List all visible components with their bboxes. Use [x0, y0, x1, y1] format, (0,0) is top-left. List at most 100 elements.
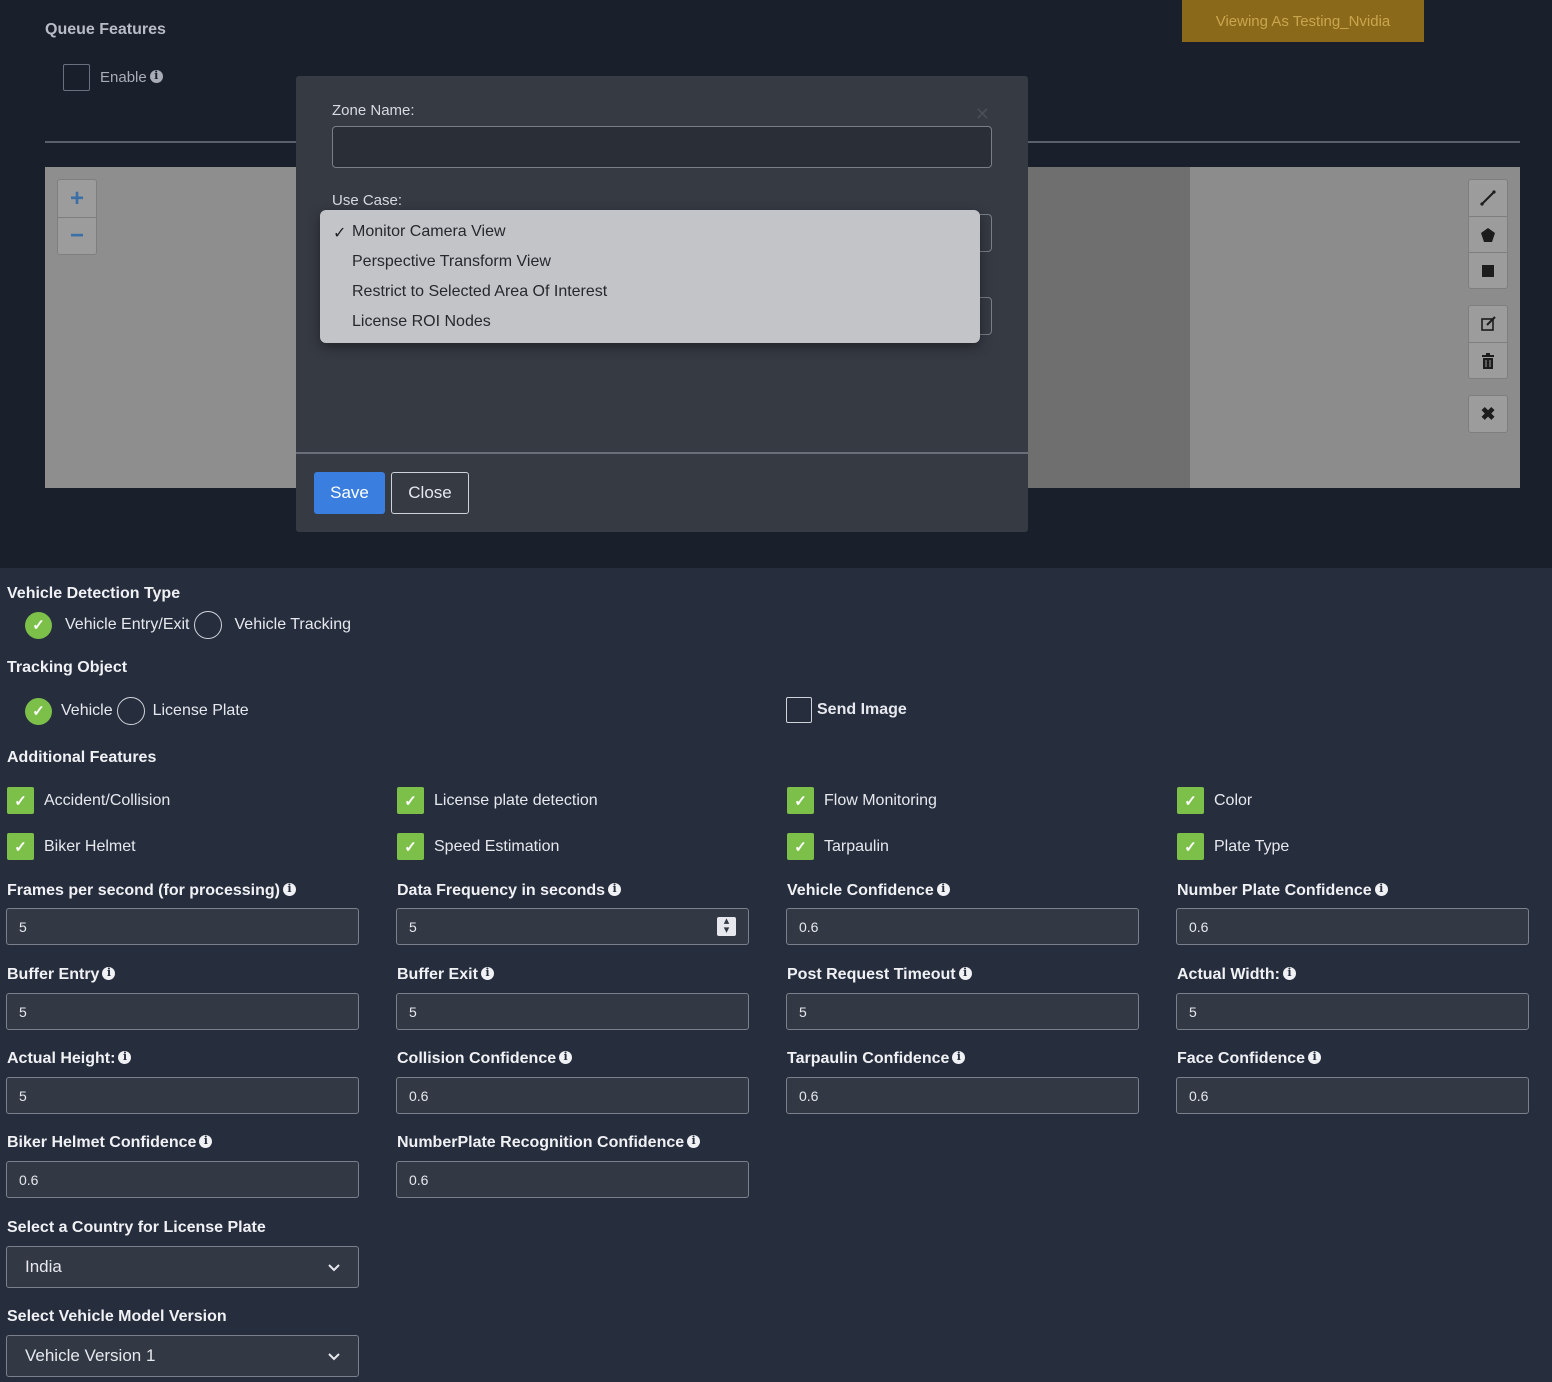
- buffer-entry-input[interactable]: [6, 993, 359, 1030]
- chevron-down-icon: [328, 1259, 340, 1275]
- field-label: Buffer Entry: [7, 966, 116, 984]
- field-label-text: Data Frequency in seconds: [397, 882, 606, 899]
- biker-helmet-confidence-input[interactable]: [6, 1161, 359, 1198]
- country-select-value: India: [25, 1257, 62, 1276]
- chevron-down-icon: [328, 1348, 340, 1364]
- checkbox-checked-icon[interactable]: ✓: [787, 787, 814, 814]
- use-case-option[interactable]: License ROI Nodes: [320, 307, 980, 337]
- trash-icon[interactable]: [1469, 342, 1507, 378]
- radio-selected-icon[interactable]: ✓: [25, 611, 52, 639]
- field-label-text: Vehicle Confidence: [787, 882, 934, 899]
- use-case-option[interactable]: Perspective Transform View: [320, 247, 980, 277]
- checkbox-checked-icon[interactable]: ✓: [7, 787, 34, 814]
- field-label-text: Face Confidence: [1177, 1050, 1306, 1067]
- send-image-row[interactable]: Send Image: [786, 697, 907, 723]
- field-label: Post Request Timeout: [787, 966, 972, 984]
- use-case-option[interactable]: Restrict to Selected Area Of Interest: [320, 277, 980, 307]
- zone-name-input[interactable]: [332, 126, 992, 168]
- info-icon: [958, 966, 972, 980]
- collision-confidence-input[interactable]: [396, 1077, 749, 1114]
- feature-checkbox[interactable]: ✓ License plate detection: [397, 787, 598, 814]
- use-case-option[interactable]: ✓ Monitor Camera View: [320, 217, 980, 247]
- actual-height-input[interactable]: [6, 1077, 359, 1114]
- feature-checkbox[interactable]: ✓ Accident/Collision: [7, 787, 170, 814]
- vehicle-model-select-label: Select Vehicle Model Version: [7, 1308, 227, 1325]
- use-case-label: Use Case:: [332, 192, 403, 209]
- info-icon: [1308, 1050, 1322, 1064]
- checkbox-checked-icon[interactable]: ✓: [1177, 833, 1204, 860]
- country-select[interactable]: India: [6, 1246, 359, 1288]
- use-case-option-label: Monitor Camera View: [352, 223, 506, 240]
- feature-checkbox[interactable]: ✓ Flow Monitoring: [787, 787, 937, 814]
- viewing-as-badge: Viewing As Testing_Nvidia: [1182, 0, 1424, 42]
- feature-label: Tarpaulin: [824, 837, 889, 855]
- close-button[interactable]: Close: [391, 472, 469, 514]
- enable-checkbox[interactable]: [63, 64, 90, 91]
- spinner-icon[interactable]: ▴ ▾: [717, 916, 736, 936]
- close-icon[interactable]: ✖: [1469, 396, 1507, 432]
- radio-label: Vehicle: [61, 702, 113, 719]
- numberplate-recognition-confidence-input[interactable]: [396, 1161, 749, 1198]
- feature-checkbox[interactable]: ✓ Tarpaulin: [787, 833, 889, 860]
- additional-features-title: Additional Features: [7, 749, 157, 766]
- radio-unselected[interactable]: [116, 697, 145, 725]
- field-label: Buffer Exit: [397, 966, 494, 984]
- vehicle-model-select[interactable]: Vehicle Version 1: [6, 1335, 359, 1377]
- zoom-out-button[interactable]: −: [58, 217, 96, 254]
- feature-checkbox[interactable]: ✓ Speed Estimation: [397, 833, 559, 860]
- checkbox-checked-icon[interactable]: ✓: [7, 833, 34, 860]
- buffer-exit-input[interactable]: [396, 993, 749, 1030]
- enable-label: Enable: [100, 69, 163, 86]
- feature-checkbox[interactable]: ✓ Plate Type: [1177, 833, 1289, 860]
- face-confidence-input[interactable]: [1176, 1077, 1529, 1114]
- modal-footer-divider: [296, 452, 1028, 454]
- post-request-timeout-input[interactable]: [786, 993, 1139, 1030]
- zoom-control: + −: [57, 179, 97, 255]
- field-label-text: Biker Helmet Confidence: [7, 1134, 197, 1151]
- tarpaulin-confidence-input[interactable]: [786, 1077, 1139, 1114]
- field-label: Vehicle Confidence: [787, 882, 950, 900]
- modal-close-icon[interactable]: ✕: [975, 104, 990, 125]
- queue-features-title: Queue Features: [45, 21, 166, 38]
- checkbox-checked-icon[interactable]: ✓: [397, 833, 424, 860]
- send-image-checkbox[interactable]: [786, 697, 812, 723]
- use-case-option-label: Perspective Transform View: [352, 253, 551, 270]
- field-label: Tarpaulin Confidence: [787, 1050, 966, 1068]
- edit-toolbar: [1468, 305, 1508, 379]
- line-icon[interactable]: [1469, 180, 1507, 216]
- radio-selected-icon[interactable]: ✓: [25, 697, 52, 725]
- checkbox-checked-icon[interactable]: ✓: [397, 787, 424, 814]
- fps-input[interactable]: [6, 908, 359, 945]
- actual-width-input[interactable]: [1176, 993, 1529, 1030]
- info-icon: [118, 1050, 132, 1064]
- use-case-option-label: Restrict to Selected Area Of Interest: [352, 283, 608, 300]
- number-plate-confidence-input[interactable]: [1176, 908, 1529, 945]
- radio-unselected[interactable]: [193, 611, 222, 639]
- field-label-text: Buffer Entry: [7, 966, 100, 983]
- queue-enable-row[interactable]: Enable: [63, 64, 163, 91]
- zoom-in-button[interactable]: +: [58, 180, 96, 217]
- field-label-text: Collision Confidence: [397, 1050, 557, 1067]
- square-icon[interactable]: [1469, 252, 1507, 288]
- polygon-icon[interactable]: [1469, 216, 1507, 252]
- vehicle-detection-type-title: Vehicle Detection Type: [7, 585, 181, 602]
- vehicle-confidence-input[interactable]: [786, 908, 1139, 945]
- checkbox-checked-icon[interactable]: ✓: [787, 833, 814, 860]
- save-button[interactable]: Save: [314, 472, 385, 514]
- checkbox-checked-icon[interactable]: ✓: [1177, 787, 1204, 814]
- field-label-text: Actual Width:: [1177, 966, 1280, 983]
- field-label: Collision Confidence: [397, 1050, 573, 1068]
- info-icon: [1374, 882, 1388, 896]
- field-label: Actual Height:: [7, 1050, 132, 1068]
- data-frequency-input[interactable]: [396, 908, 749, 945]
- info-icon: [936, 882, 950, 896]
- field-label-text: Actual Height:: [7, 1050, 116, 1067]
- feature-label: Biker Helmet: [44, 837, 136, 855]
- feature-checkbox[interactable]: ✓ Color: [1177, 787, 1252, 814]
- feature-checkbox[interactable]: ✓ Biker Helmet: [7, 833, 136, 860]
- field-label: Data Frequency in seconds: [397, 882, 622, 900]
- edit-icon[interactable]: [1469, 306, 1507, 342]
- radio-label: License Plate: [152, 702, 249, 719]
- use-case-dropdown: ✓ Monitor Camera View Perspective Transfo…: [320, 210, 980, 343]
- info-icon: [102, 966, 116, 980]
